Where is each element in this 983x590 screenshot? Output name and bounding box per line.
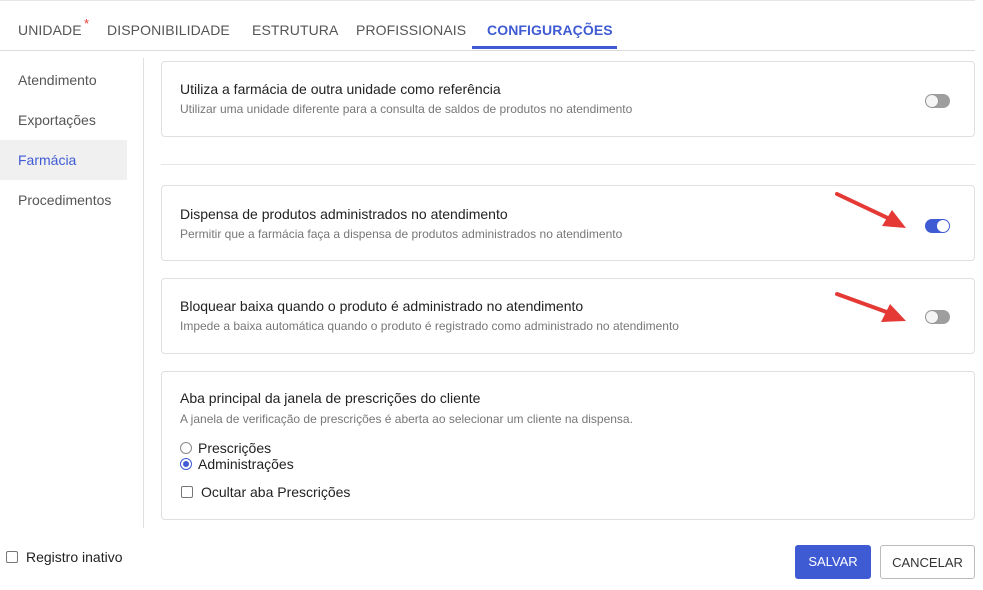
radio-label: Administrações <box>198 456 294 472</box>
setting-description: Permitir que a farmácia faça a dispensa … <box>180 227 623 241</box>
radio-button[interactable] <box>180 442 192 454</box>
sidebar-item-farmacia[interactable]: Farmácia <box>0 140 127 180</box>
annotation-arrow-icon <box>835 292 906 322</box>
setting-description: Utilizar uma unidade diferente para a co… <box>180 102 633 116</box>
setting-description: A janela de verificação de prescrições é… <box>180 412 633 426</box>
required-indicator: * <box>84 16 90 31</box>
tab-configuracoes[interactable]: CONFIGURAÇÕES <box>487 22 613 38</box>
tab-profissionais-label: PROFISSIONAIS <box>356 22 467 38</box>
checkbox-label: Ocultar aba Prescrições <box>201 484 351 500</box>
tab-unidade-label: UNIDADE <box>18 22 82 38</box>
tab-bar: UNIDADE * DISPONIBILIDADE ESTRUTURA PROF… <box>0 0 975 51</box>
sidebar-item-label: Atendimento <box>18 72 97 88</box>
tab-estrutura[interactable]: ESTRUTURA <box>252 22 338 38</box>
tab-disponibilidade-label: DISPONIBILIDADE <box>107 22 230 38</box>
toggle-knob <box>937 220 949 232</box>
setting-title: Dispensa de produtos administrados no at… <box>180 206 508 222</box>
sidebar-item-atendimento[interactable]: Atendimento <box>0 60 127 100</box>
radio-button[interactable] <box>180 458 192 470</box>
active-tab-indicator <box>472 46 617 49</box>
tab-unidade[interactable]: UNIDADE * <box>18 16 89 38</box>
sidebar-item-exportacoes[interactable]: Exportações <box>0 100 127 140</box>
setting-title: Bloquear baixa quando o produto é admini… <box>180 298 584 314</box>
save-button[interactable]: SALVAR <box>795 545 871 579</box>
settings-sidebar: Atendimento Exportações Farmácia Procedi… <box>0 58 144 528</box>
toggle-knob <box>926 95 938 107</box>
checkbox-box[interactable] <box>181 486 193 498</box>
setting-title: Utiliza a farmácia de outra unidade como… <box>180 81 501 97</box>
checkbox-label: Registro inativo <box>26 549 123 565</box>
annotation-arrow-icon <box>835 192 906 228</box>
setting-card-reference-pharmacy: Utiliza a farmácia de outra unidade como… <box>161 61 975 137</box>
setting-description: Impede a baixa automática quando o produ… <box>180 319 679 333</box>
hide-prescriptions-checkbox[interactable]: Ocultar aba Prescrições <box>181 484 350 500</box>
tab-disponibilidade[interactable]: DISPONIBILIDADE <box>107 22 230 38</box>
inactive-record-checkbox[interactable]: Registro inativo <box>6 549 123 565</box>
sidebar-item-procedimentos[interactable]: Procedimentos <box>0 180 127 220</box>
setting-title: Aba principal da janela de prescrições d… <box>180 390 481 406</box>
section-divider <box>161 164 975 165</box>
cancel-button[interactable]: CANCELAR <box>880 545 975 579</box>
dispense-administered-toggle[interactable] <box>925 219 950 233</box>
sidebar-item-label: Procedimentos <box>18 192 112 208</box>
reference-pharmacy-toggle[interactable] <box>925 94 950 108</box>
checkbox-box[interactable] <box>6 551 18 563</box>
radio-prescricoes[interactable]: Prescrições <box>180 440 271 456</box>
block-writeoff-toggle[interactable] <box>925 310 950 324</box>
setting-card-prescription-tab: Aba principal da janela de prescrições d… <box>161 371 975 520</box>
sidebar-item-label: Farmácia <box>18 152 77 168</box>
tab-configuracoes-label: CONFIGURAÇÕES <box>487 22 613 38</box>
tab-estrutura-label: ESTRUTURA <box>252 22 339 38</box>
tab-profissionais[interactable]: PROFISSIONAIS <box>356 22 466 38</box>
radio-administracoes[interactable]: Administrações <box>180 456 294 472</box>
toggle-knob <box>926 311 938 323</box>
radio-label: Prescrições <box>198 440 272 456</box>
sidebar-item-label: Exportações <box>18 112 96 128</box>
